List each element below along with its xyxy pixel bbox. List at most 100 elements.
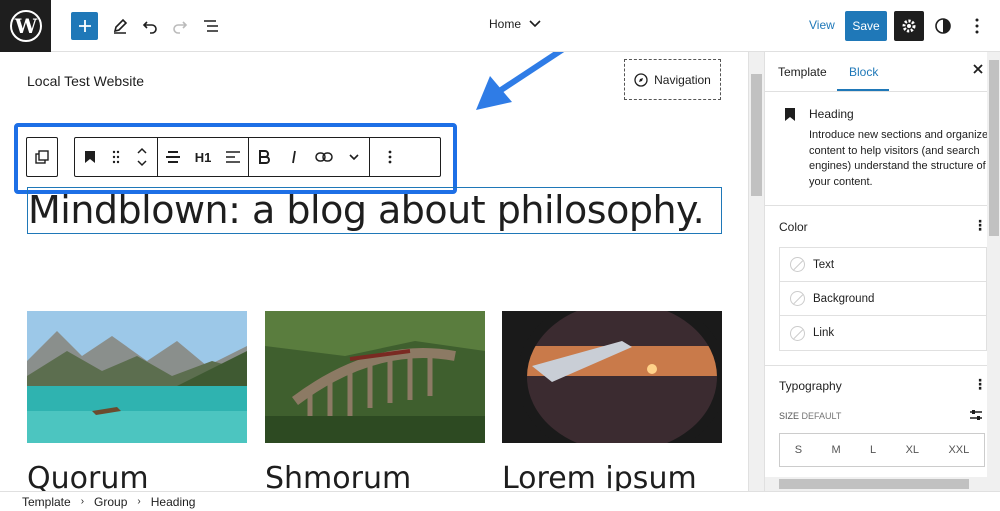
- block-options-button[interactable]: [370, 138, 410, 176]
- size-option-m[interactable]: M: [831, 444, 840, 456]
- kebab-menu-icon: [388, 150, 392, 164]
- options-group: [370, 138, 410, 176]
- more-formats-button[interactable]: [339, 138, 369, 176]
- divider: [765, 365, 987, 366]
- navigation-label: Navigation: [654, 72, 711, 87]
- post-title[interactable]: Shmorum: [265, 461, 411, 491]
- document-title-dropdown[interactable]: Home: [489, 17, 541, 31]
- color-item-text[interactable]: Text: [780, 248, 986, 282]
- size-option-l[interactable]: L: [870, 444, 876, 456]
- annotation-arrow-icon: [476, 52, 565, 110]
- redo-button[interactable]: [165, 11, 195, 41]
- chevron-right-icon: ›: [137, 496, 141, 507]
- color-item-background[interactable]: Background: [780, 282, 986, 316]
- parent-select-group: [26, 137, 58, 177]
- bookmark-icon: [85, 151, 95, 163]
- settings-sidebar: Template Block Heading Introduce new sec…: [764, 52, 1000, 491]
- wordpress-icon: W: [9, 10, 42, 42]
- duplicate-icon: [35, 150, 49, 164]
- navigation-block[interactable]: Navigation: [624, 59, 721, 100]
- heading-level-button[interactable]: H1: [188, 138, 218, 176]
- color-swatch-icon: [790, 325, 805, 341]
- size-label-text: SIZE: [779, 411, 800, 421]
- font-size-picker: S M L XL XXL: [779, 433, 985, 467]
- editor-header: W Home View Save: [0, 0, 1000, 52]
- post-image-airplane-window[interactable]: [502, 311, 722, 443]
- tab-template[interactable]: Template: [778, 65, 827, 79]
- block-type-button[interactable]: [75, 138, 105, 176]
- compass-icon: [634, 72, 648, 87]
- breadcrumb: Template › Group › Heading: [0, 491, 1000, 511]
- color-list: Text Background Link: [779, 247, 987, 351]
- italic-button[interactable]: [279, 138, 309, 176]
- color-panel-title: Color: [779, 220, 808, 234]
- format-group: [249, 138, 370, 176]
- save-button[interactable]: Save: [845, 11, 887, 41]
- breadcrumb-item-template[interactable]: Template: [22, 495, 71, 509]
- text-align-button[interactable]: [218, 138, 248, 176]
- toolbar-highlight: H1: [14, 123, 457, 194]
- settings-sliders-icon[interactable]: [969, 408, 983, 422]
- styles-button[interactable]: [928, 11, 958, 41]
- mountain-lake-photo-icon: [27, 311, 247, 443]
- typography-panel-title: Typography: [779, 379, 842, 393]
- post-image-mountain-lake[interactable]: [27, 311, 247, 443]
- redo-icon: [173, 21, 188, 34]
- select-parent-button[interactable]: [27, 138, 57, 176]
- bold-button[interactable]: [249, 138, 279, 176]
- scrollbar-thumb[interactable]: [779, 479, 969, 489]
- move-up-down-button[interactable]: [127, 138, 157, 176]
- active-tab-indicator: [837, 89, 889, 91]
- chevron-down-icon: [529, 20, 541, 28]
- typography-options-button[interactable]: ⋮: [973, 376, 987, 393]
- scrollbar-thumb[interactable]: [751, 74, 762, 196]
- color-item-link[interactable]: Link: [780, 316, 986, 350]
- post-title[interactable]: Lorem ipsum: [502, 461, 697, 491]
- breadcrumb-item-group[interactable]: Group: [94, 495, 127, 509]
- scrollbar-thumb[interactable]: [989, 60, 999, 236]
- settings-button[interactable]: [894, 11, 924, 41]
- block-toolbar: H1: [74, 137, 441, 177]
- view-button[interactable]: View: [809, 18, 835, 32]
- close-sidebar-button[interactable]: [972, 62, 984, 80]
- breadcrumb-item-heading[interactable]: Heading: [151, 495, 196, 509]
- sidebar-tabs: Template Block: [765, 52, 1000, 92]
- bookmark-icon: [785, 108, 795, 121]
- sidebar-horizontal-scrollbar[interactable]: [765, 477, 987, 491]
- align-left-icon: [226, 151, 240, 163]
- sidebar-scrollbar[interactable]: [987, 52, 1000, 491]
- bold-icon: [259, 150, 270, 164]
- drag-handle[interactable]: [105, 138, 127, 176]
- post-image-railway-viaduct[interactable]: [265, 311, 485, 443]
- chevron-down-icon: [349, 153, 359, 160]
- heading-block[interactable]: Mindblown: a blog about philosophy.: [27, 187, 722, 234]
- canvas-scrollbar[interactable]: [748, 52, 764, 491]
- block-card-description: Introduce new sections and organize cont…: [809, 129, 989, 188]
- link-button[interactable]: [309, 138, 339, 176]
- site-title[interactable]: Local Test Website: [27, 73, 144, 89]
- list-view-button[interactable]: [196, 11, 226, 41]
- size-option-xxl[interactable]: XXL: [948, 444, 969, 456]
- tools-button[interactable]: [105, 11, 135, 41]
- italic-icon: [292, 150, 296, 164]
- color-swatch-icon: [790, 257, 805, 272]
- font-size-label: SIZE DEFAULT: [779, 411, 841, 421]
- undo-button[interactable]: [135, 11, 165, 41]
- color-options-button[interactable]: ⋮: [973, 217, 987, 234]
- size-value-text: DEFAULT: [801, 411, 842, 421]
- plus-icon: [78, 20, 91, 32]
- block-align-button[interactable]: [158, 138, 188, 176]
- post-title[interactable]: Quorum: [27, 461, 149, 491]
- close-icon: [973, 64, 983, 74]
- options-button[interactable]: [962, 11, 992, 41]
- block-card-title: Heading: [809, 107, 854, 121]
- size-option-xl[interactable]: XL: [906, 444, 919, 456]
- block-mover-group: [75, 138, 158, 176]
- airplane-window-sunset-photo-icon: [502, 311, 722, 443]
- color-item-label: Background: [813, 292, 875, 305]
- tab-block[interactable]: Block: [849, 65, 878, 79]
- add-block-button[interactable]: [71, 12, 98, 40]
- kebab-menu-icon: [975, 18, 979, 34]
- size-option-s[interactable]: S: [795, 444, 802, 456]
- wordpress-logo-icon[interactable]: W: [0, 0, 51, 52]
